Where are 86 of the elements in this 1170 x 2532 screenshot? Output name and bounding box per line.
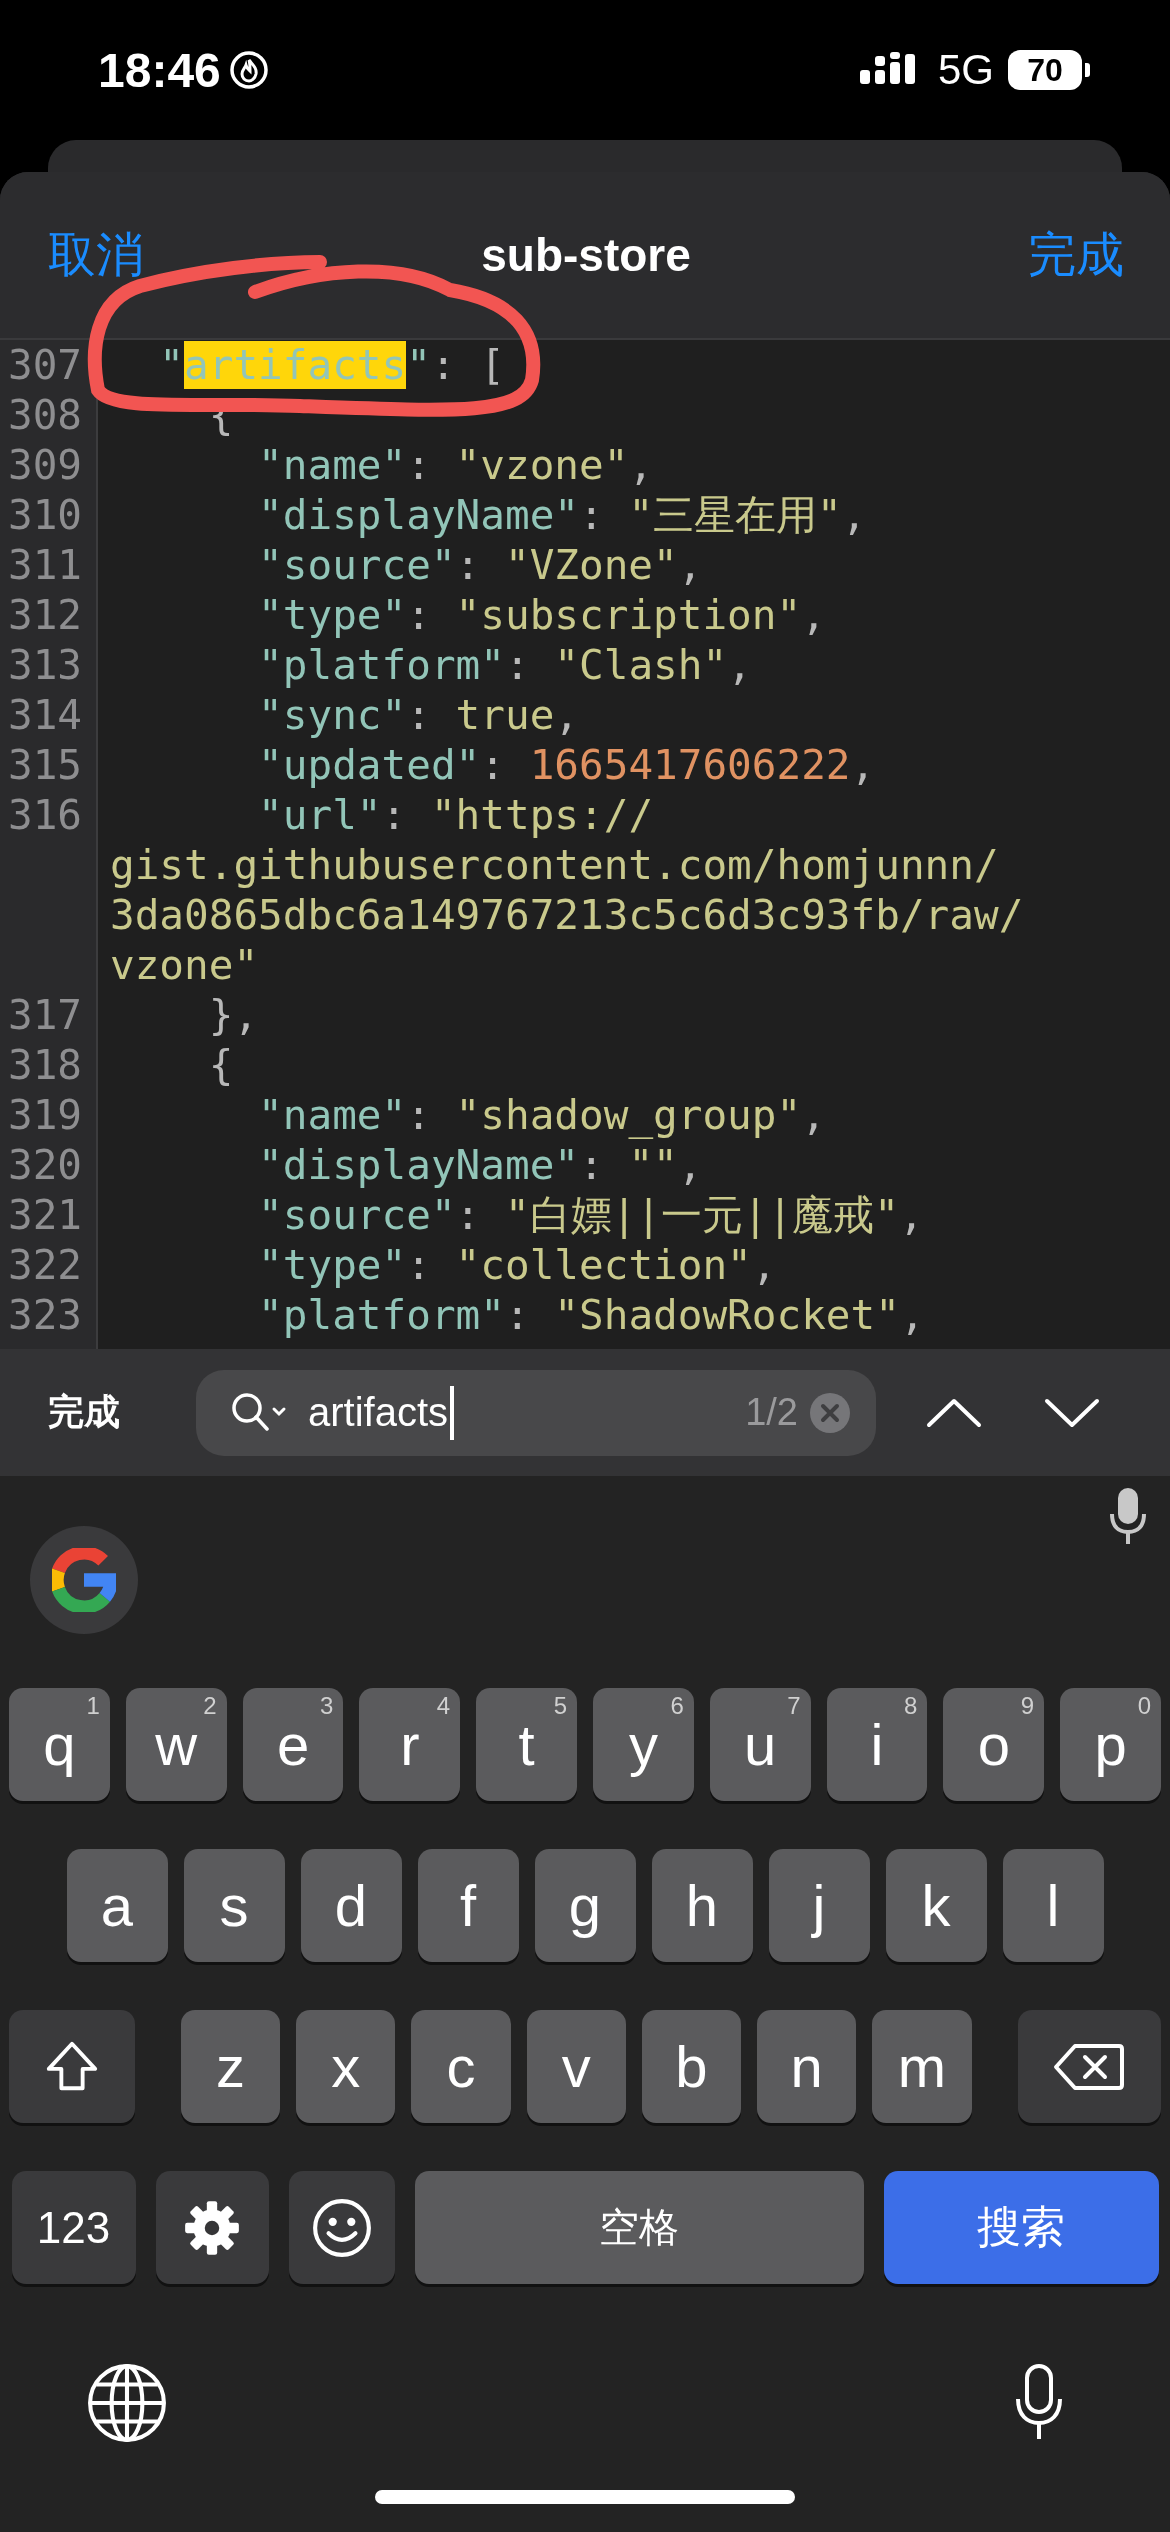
search-field[interactable]: artifacts 1/2 bbox=[196, 1369, 876, 1456]
line-number: 317 bbox=[7, 990, 84, 1040]
search-key[interactable]: 搜索 bbox=[883, 2171, 1159, 2284]
flame-icon bbox=[228, 50, 269, 90]
line-number: 313 bbox=[7, 640, 84, 690]
code-line: "type": "collection", bbox=[257, 1240, 777, 1290]
previous-match-icon[interactable] bbox=[926, 1397, 982, 1428]
line-number: 309 bbox=[7, 440, 84, 490]
code-line: 3da0865dbc6a149767213c5c6d3c93fb/raw/ bbox=[109, 890, 1024, 940]
numbers-key[interactable]: 123 bbox=[11, 2171, 136, 2284]
line-number: 314 bbox=[7, 690, 84, 740]
keyboard-key[interactable]: h bbox=[651, 1849, 753, 1962]
sheet-title: sub-store bbox=[481, 228, 691, 282]
code-line: "source": "白嫖||一元||魔戒", bbox=[257, 1190, 924, 1240]
line-number: 319 bbox=[7, 1090, 84, 1140]
keyboard-key[interactable]: l bbox=[1002, 1849, 1104, 1962]
space-key[interactable]: 空格 bbox=[414, 2171, 864, 2284]
code-line: "url": "https:// bbox=[257, 790, 654, 840]
keyboard-key[interactable]: s bbox=[183, 1849, 285, 1962]
keyboard-key[interactable]: c bbox=[411, 2010, 511, 2123]
search-query: artifacts bbox=[308, 1390, 449, 1435]
match-count: 1/2 bbox=[745, 1391, 798, 1434]
code-line: "name": "vzone", bbox=[257, 440, 654, 490]
keyboard-key[interactable]: y 6 bbox=[593, 1688, 694, 1801]
keyboard-key[interactable]: m bbox=[872, 2010, 972, 2123]
line-number: 321 bbox=[7, 1190, 84, 1240]
keyboard-key[interactable]: o 9 bbox=[943, 1688, 1045, 1801]
globe-icon[interactable] bbox=[86, 2362, 168, 2444]
line-number: 312 bbox=[7, 590, 84, 640]
code-line: "name": "shadow_group", bbox=[257, 1090, 826, 1140]
line-number: 310 bbox=[7, 490, 84, 540]
cancel-button[interactable]: 取消 bbox=[48, 223, 144, 287]
delete-icon bbox=[1053, 2041, 1126, 2092]
keyboard-key[interactable]: f bbox=[417, 1849, 519, 1962]
keyboard-key[interactable]: q 1 bbox=[9, 1688, 110, 1801]
line-number: 308 bbox=[7, 390, 84, 440]
keyboard-key[interactable]: g bbox=[534, 1849, 636, 1962]
shift-key[interactable] bbox=[9, 2010, 135, 2123]
code-line: "source": "VZone", bbox=[257, 540, 703, 590]
keyboard-key[interactable]: u 7 bbox=[709, 1688, 811, 1801]
keyboard-key[interactable]: z bbox=[180, 2010, 281, 2123]
line-number: 316 bbox=[7, 790, 84, 840]
settings-key[interactable] bbox=[155, 2171, 269, 2284]
keyboard-key[interactable]: x bbox=[296, 2010, 396, 2123]
keyboard-key[interactable]: k bbox=[885, 1849, 987, 1962]
line-number: 323 bbox=[7, 1290, 84, 1340]
smiley-icon bbox=[310, 2196, 373, 2259]
line-number: 311 bbox=[7, 540, 84, 590]
code-line: gist.githubusercontent.com/homjunnn/ bbox=[109, 840, 999, 890]
line-number: 307 bbox=[7, 340, 84, 390]
keyboard-key[interactable]: w 2 bbox=[125, 1688, 227, 1801]
next-match-icon[interactable] bbox=[1044, 1397, 1100, 1428]
done-button[interactable]: 完成 bbox=[1028, 223, 1124, 287]
code-line: "platform": "ShadowRocket", bbox=[257, 1290, 925, 1340]
line-number: 318 bbox=[7, 1040, 84, 1090]
keyboard-key[interactable]: d bbox=[300, 1849, 402, 1962]
text-cursor bbox=[450, 1385, 455, 1440]
keyboard-key[interactable]: r 4 bbox=[359, 1688, 461, 1801]
emoji-key[interactable] bbox=[288, 2171, 395, 2284]
code-line: { bbox=[207, 1040, 234, 1090]
keyboard-key[interactable]: i 8 bbox=[826, 1688, 928, 1801]
keyboard-key[interactable]: e 3 bbox=[242, 1688, 344, 1801]
code-line: "displayName": "", bbox=[257, 1140, 703, 1190]
network-label: 5G bbox=[937, 46, 994, 94]
keyboard-key[interactable]: v bbox=[526, 2010, 626, 2123]
g-logo-icon bbox=[52, 1548, 116, 1612]
microphone-icon[interactable] bbox=[1108, 1486, 1148, 1546]
code-line: }, bbox=[207, 990, 259, 1040]
code-line: "sync": true, bbox=[257, 690, 580, 740]
code-line: "displayName": "三星在用", bbox=[257, 490, 867, 540]
code-line: "updated": 1665417606222, bbox=[257, 740, 876, 790]
line-number: 320 bbox=[7, 1140, 84, 1190]
status-time: 18:46 bbox=[98, 42, 221, 98]
keyboard-key[interactable]: b bbox=[641, 2010, 742, 2123]
line-number: 322 bbox=[7, 1240, 84, 1290]
keyboard-key[interactable]: t 5 bbox=[476, 1688, 577, 1801]
keyboard-key[interactable]: j bbox=[768, 1849, 870, 1962]
line-number: 315 bbox=[7, 740, 84, 790]
code-line: vzone" bbox=[109, 940, 259, 990]
code-line: "platform": "Clash", bbox=[257, 640, 752, 690]
keyboard-key[interactable]: p 0 bbox=[1060, 1688, 1161, 1801]
delete-key[interactable] bbox=[1017, 2010, 1161, 2123]
done-button[interactable]: 完成 bbox=[48, 1388, 196, 1437]
keyboard-key[interactable]: a bbox=[66, 1849, 168, 1962]
code-line: "type": "subscription", bbox=[257, 590, 826, 640]
keyboard-key[interactable]: n bbox=[757, 2010, 857, 2123]
